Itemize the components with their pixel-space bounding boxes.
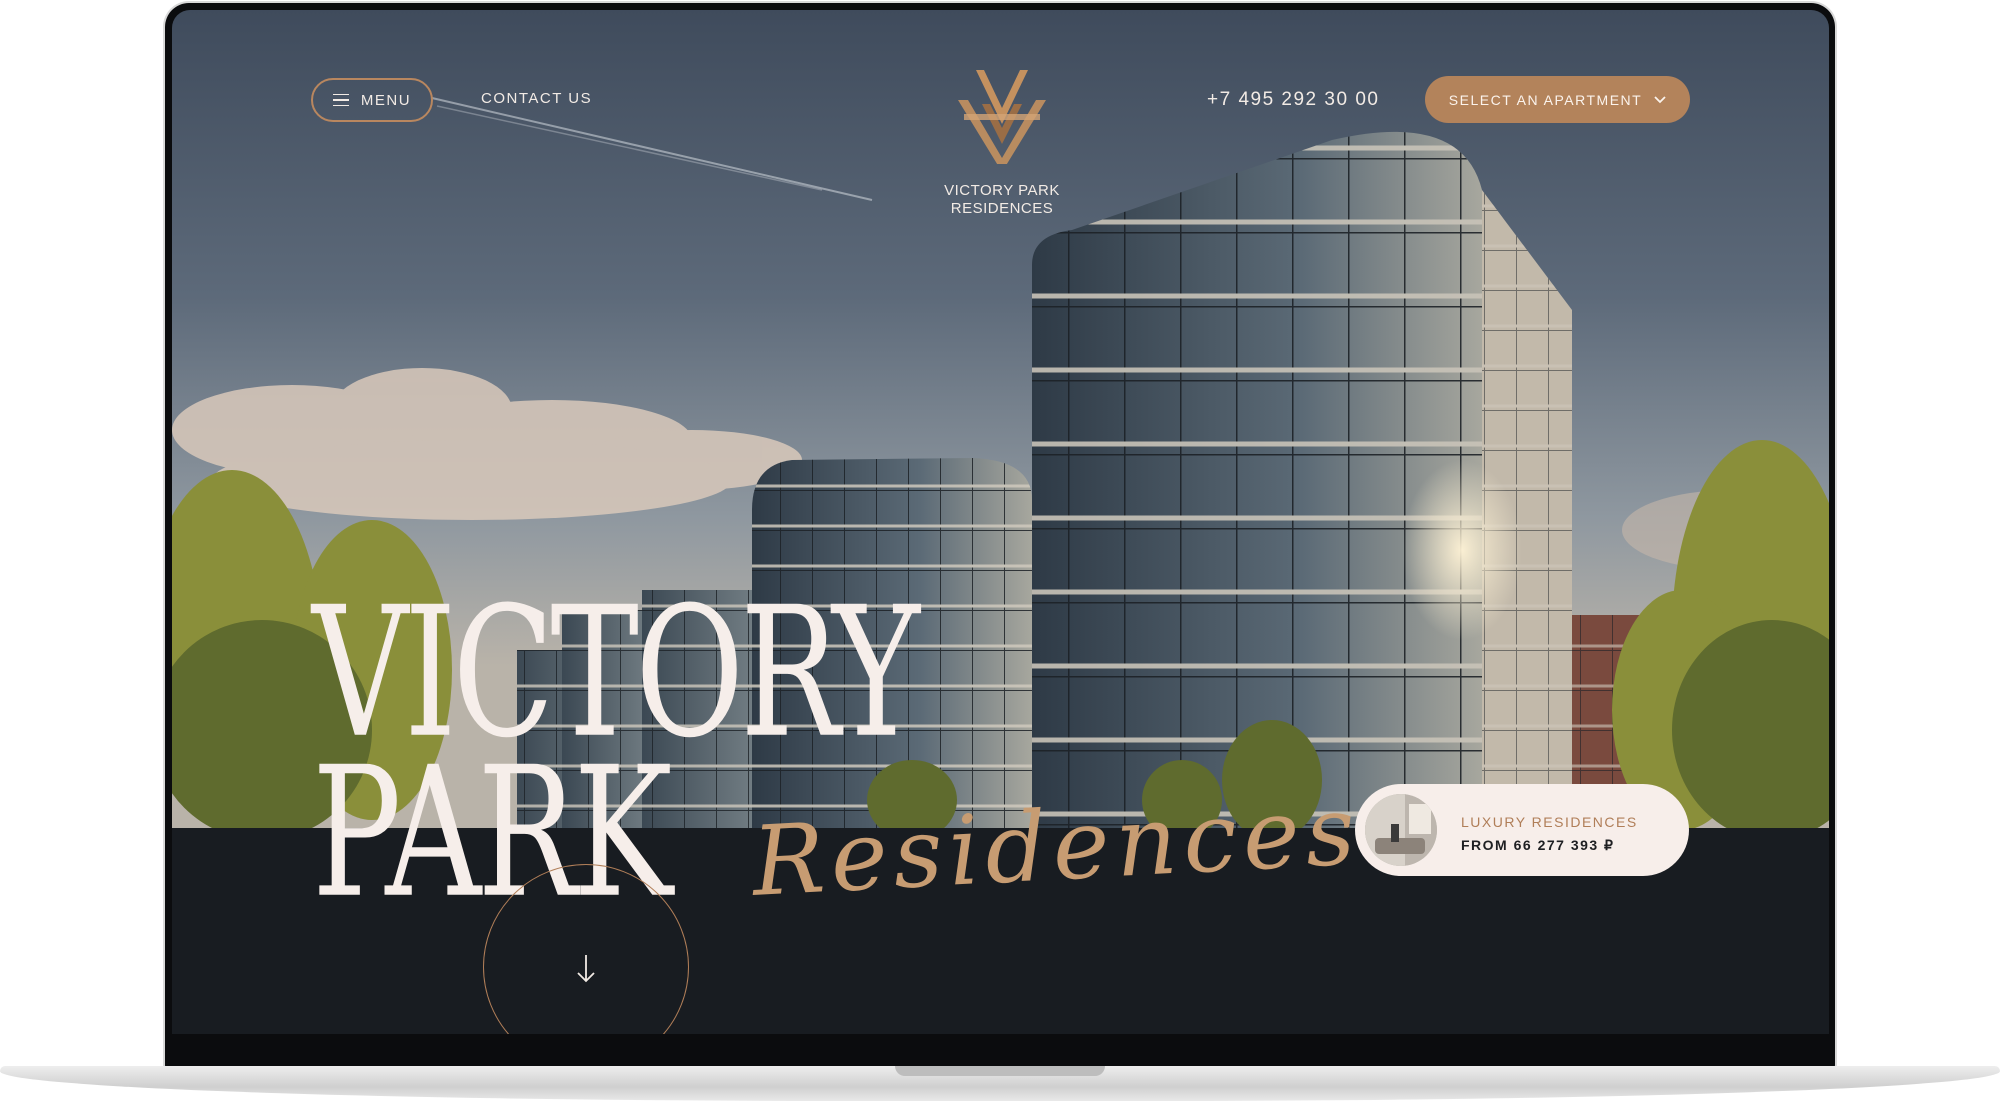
menu-icon xyxy=(332,93,349,107)
menu-button[interactable]: MENU xyxy=(311,78,433,122)
phone-link[interactable]: +7 495 292 30 00 xyxy=(1207,89,1379,111)
chevron-down-icon xyxy=(1654,95,1666,103)
logo-mark-icon xyxy=(958,70,1046,172)
select-apartment-label: SELECT AN APARTMENT xyxy=(1448,91,1643,108)
menu-label: MENU xyxy=(360,91,412,109)
website-screen: MENU CONTACT US VICTORY PARK RESIDENCES … xyxy=(172,10,1829,1034)
logo-name-line2: RESIDENCES xyxy=(950,200,1054,217)
contact-us-link[interactable]: CONTACT US xyxy=(481,90,592,107)
arrow-down-icon xyxy=(577,955,595,983)
logo-mark[interactable] xyxy=(932,68,1072,172)
interior-thumbnail xyxy=(1365,794,1437,866)
logo-name: VICTORY PARK RESIDENCES xyxy=(912,182,1092,218)
luxury-residences-card[interactable]: LUXURY RESIDENCES FROM 66 277 393 ₽ xyxy=(1355,784,1689,876)
logo-name-line1: VICTORY PARK xyxy=(944,182,1060,199)
laptop-notch xyxy=(895,1066,1105,1076)
select-apartment-button[interactable]: SELECT AN APARTMENT xyxy=(1425,76,1690,123)
page: MENU CONTACT US VICTORY PARK RESIDENCES … xyxy=(0,0,2000,1101)
card-price: FROM 66 277 393 ₽ xyxy=(1461,837,1615,853)
card-title: LUXURY RESIDENCES xyxy=(1461,814,1638,830)
